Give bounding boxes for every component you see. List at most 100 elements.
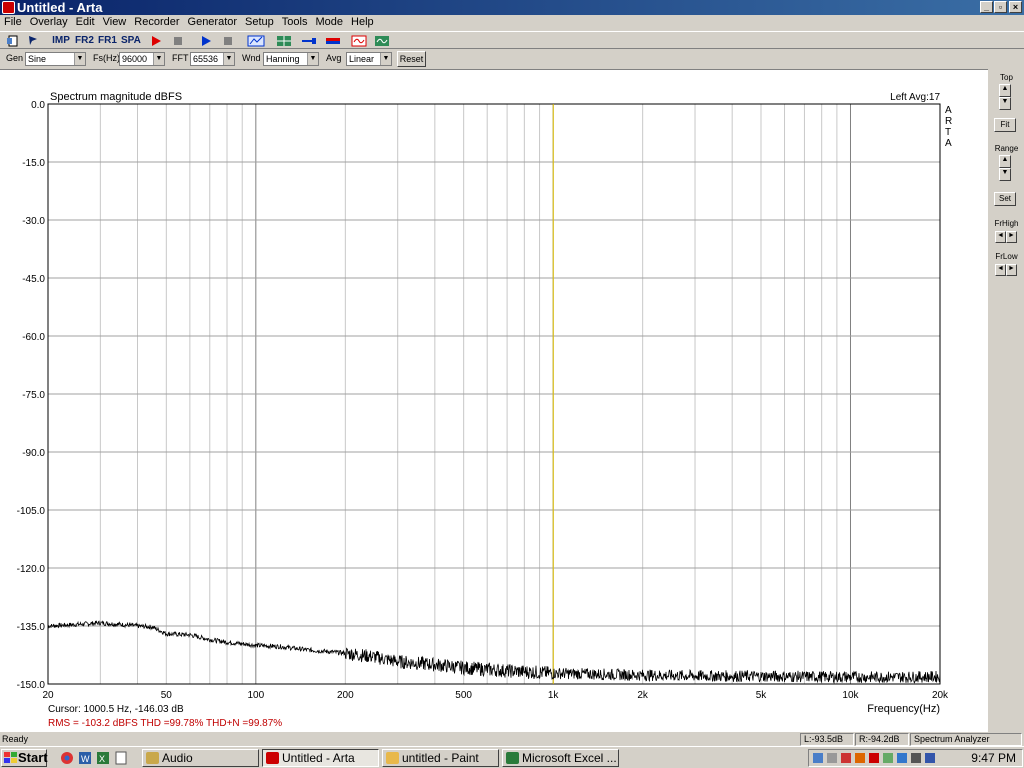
- task-paint[interactable]: untitled - Paint: [382, 749, 499, 767]
- main-toolbar: IMP FR2 FR1 SPA: [0, 31, 1024, 49]
- status-ready: Ready: [2, 734, 29, 744]
- record-stop-icon[interactable]: [172, 33, 184, 49]
- menu-recorder[interactable]: Recorder: [130, 15, 183, 30]
- excel-quicklaunch-icon[interactable]: X: [96, 751, 110, 765]
- spectrum-chart[interactable]: 0.0 -15.0 -30.0 -45.0 -60.0 -75.0 -90.0 -105.0 -…: [0, 70, 988, 733]
- status-mode: Spectrum Analyzer: [910, 733, 1022, 746]
- connector-icon[interactable]: [301, 33, 317, 49]
- chevron-down-icon[interactable]: ▼: [307, 53, 318, 65]
- x-tick-label-7: 5k: [756, 690, 768, 701]
- reset-button[interactable]: Reset: [397, 51, 426, 67]
- word-quicklaunch-icon[interactable]: W: [78, 751, 92, 765]
- generator-select[interactable]: Sine ▼: [25, 52, 86, 66]
- frhigh-right-button[interactable]: ►: [1006, 231, 1017, 243]
- chevron-down-icon[interactable]: ▼: [74, 53, 85, 65]
- gen-label: Gen: [6, 53, 24, 63]
- menu-mode[interactable]: Mode: [311, 15, 347, 30]
- level-meter-icon[interactable]: [325, 33, 341, 49]
- top-up-button[interactable]: ▲: [999, 84, 1011, 97]
- stop-icon[interactable]: [222, 33, 234, 49]
- y-tick-label-7: -105.0: [17, 506, 46, 517]
- minimize-button[interactable]: _: [980, 1, 993, 13]
- range-down-button[interactable]: ▼: [999, 168, 1011, 181]
- y-tick-label-9: -135.0: [17, 622, 46, 633]
- set-button[interactable]: Set: [994, 192, 1016, 206]
- clock[interactable]: 9:47 PM: [971, 750, 1016, 766]
- x-tick-label-1: 50: [161, 690, 173, 701]
- menu-setup[interactable]: Setup: [241, 15, 278, 30]
- fr2-mode-button[interactable]: FR2: [75, 33, 94, 49]
- x-tick-label-6: 2k: [637, 690, 649, 701]
- y-tick-label-2: -30.0: [22, 216, 45, 227]
- window-value: Hanning: [266, 54, 300, 64]
- oscilloscope-icon[interactable]: [374, 33, 390, 49]
- menu-generator[interactable]: Generator: [184, 15, 242, 30]
- update-icon: [897, 753, 907, 763]
- averaging-select[interactable]: Linear ▼: [346, 52, 392, 66]
- record-play-icon[interactable]: [150, 33, 162, 49]
- arta-tray-icon: [869, 753, 879, 763]
- task-audio[interactable]: Audio: [142, 749, 259, 767]
- task-audio-label: Audio: [162, 751, 193, 765]
- x-tick-label-2: 100: [247, 690, 264, 701]
- chevron-down-icon[interactable]: ▼: [380, 53, 391, 65]
- menu-view[interactable]: View: [99, 15, 131, 30]
- chrome-quicklaunch-icon[interactable]: [60, 751, 74, 765]
- range-label: Range: [994, 144, 1019, 153]
- title-bar[interactable]: Untitled - Arta _ ▫ ×: [0, 0, 1024, 15]
- close-button[interactable]: ×: [1009, 1, 1022, 13]
- task-paint-label: untitled - Paint: [402, 751, 479, 765]
- chevron-down-icon[interactable]: ▼: [153, 53, 164, 65]
- restore-button[interactable]: ▫: [994, 1, 1007, 13]
- status-bar: Ready L:-93.5dB R:-94.2dB Spectrum Analy…: [0, 732, 1024, 746]
- folder-icon: [146, 752, 159, 764]
- y-tick-label-3: -45.0: [22, 274, 45, 285]
- spectrum-plot-area[interactable]: 0.0 -15.0 -30.0 -45.0 -60.0 -75.0 -90.0 -105.0 -…: [0, 69, 988, 732]
- task-arta[interactable]: Untitled - Arta: [262, 749, 379, 767]
- cursor-readout: Cursor: 1000.5 Hz, -146.03 dB: [48, 704, 184, 715]
- sample-rate-select[interactable]: 96000 ▼: [119, 52, 165, 66]
- fr1-mode-button[interactable]: FR1: [98, 33, 117, 49]
- y-tick-label-8: -120.0: [17, 564, 46, 575]
- top-down-button[interactable]: ▼: [999, 97, 1011, 110]
- taskbar: Start W X Audio Untitled - Arta untitled…: [0, 746, 1024, 768]
- arta-icon: [266, 752, 279, 764]
- sample-rate-value: 96000: [122, 54, 148, 64]
- menu-tools[interactable]: Tools: [278, 15, 312, 30]
- signal-generator-icon[interactable]: [351, 33, 367, 49]
- spectrum-view-icon[interactable]: [247, 33, 265, 49]
- speaker-icon: [827, 753, 837, 763]
- status-right-level: R:-94.2dB: [855, 733, 909, 746]
- x-tick-label-4: 500: [455, 690, 472, 701]
- spa-mode-button[interactable]: SPA: [121, 33, 141, 49]
- impulse-mode-button[interactable]: IMP: [52, 33, 70, 49]
- grid-view-icon[interactable]: [276, 33, 292, 49]
- frhigh-left-button[interactable]: ◄: [995, 231, 1006, 243]
- window-select[interactable]: Hanning ▼: [263, 52, 319, 66]
- brand-letter-t: T: [945, 127, 951, 138]
- fft-size-select[interactable]: 65536 ▼: [190, 52, 235, 66]
- task-excel[interactable]: Microsoft Excel ...: [502, 749, 619, 767]
- play-icon[interactable]: [200, 33, 212, 49]
- menu-help[interactable]: Help: [347, 15, 378, 30]
- menu-overlay[interactable]: Overlay: [26, 15, 72, 30]
- chevron-down-icon[interactable]: ▼: [223, 53, 234, 65]
- app-icon[interactable]: [2, 1, 15, 14]
- status-left-level: L:-93.5dB: [800, 733, 854, 746]
- x-axis-label: Frequency(Hz): [867, 703, 940, 715]
- svg-text:X: X: [99, 754, 105, 764]
- chart-title: Spectrum magnitude dBFS: [50, 91, 182, 103]
- frlow-right-button[interactable]: ►: [1006, 264, 1017, 276]
- document-quicklaunch-icon[interactable]: [114, 751, 128, 765]
- fit-button[interactable]: Fit: [994, 118, 1016, 132]
- tray-icons[interactable]: [811, 752, 951, 765]
- pointer-icon[interactable]: [26, 33, 40, 49]
- new-file-icon[interactable]: [6, 33, 20, 49]
- frlow-left-button[interactable]: ◄: [995, 264, 1006, 276]
- x-tick-label-5: 1k: [548, 690, 560, 701]
- start-button[interactable]: Start: [1, 749, 48, 767]
- range-up-button[interactable]: ▲: [999, 155, 1011, 168]
- menu-edit[interactable]: Edit: [72, 15, 99, 30]
- y-tick-labels: 0.0 -15.0 -30.0 -45.0 -60.0 -75.0 -90.0 -105.0 -…: [17, 100, 46, 691]
- menu-file[interactable]: File: [0, 15, 26, 30]
